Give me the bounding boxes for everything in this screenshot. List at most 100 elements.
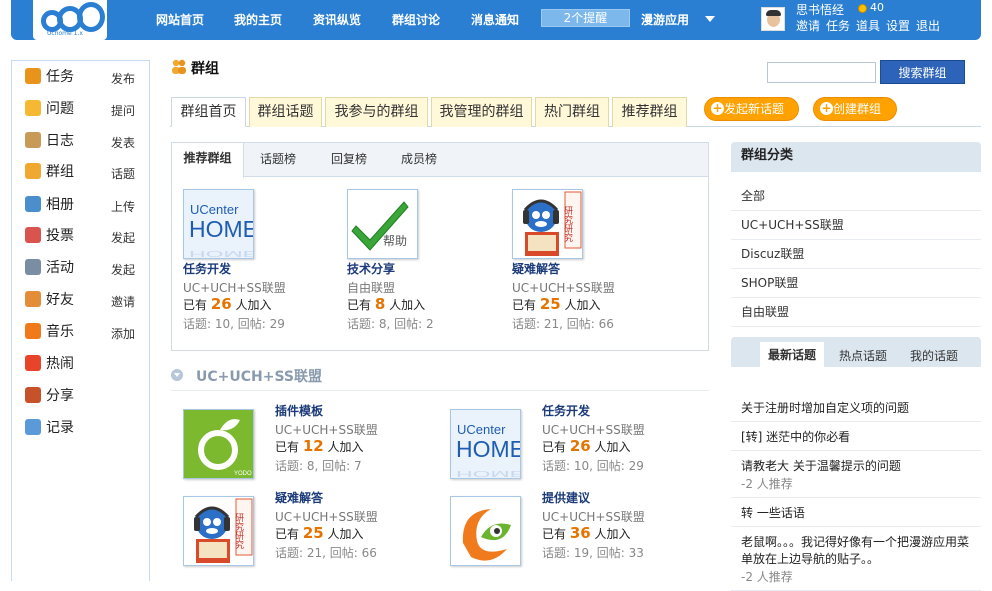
props-link[interactable]: 道具 <box>856 17 880 34</box>
tab-managed-groups[interactable]: 我管理的群组 <box>431 97 532 127</box>
nav-my-page[interactable]: 我的主页 <box>234 11 282 28</box>
ucenter-home-logo-icon[interactable]: UCenter HOME HOME <box>183 189 254 259</box>
sidebar-action-link[interactable]: 发起 <box>111 261 135 278</box>
category-item[interactable]: SHOP联盟 <box>731 269 981 298</box>
group-union: UC+UCH+SS联盟 <box>183 281 286 295</box>
group-union: UC+UCH+SS联盟 <box>275 510 378 524</box>
sidebar-item-10[interactable]: 分享 <box>12 384 151 412</box>
fire-icon <box>25 355 41 371</box>
group-name-link[interactable]: 插件模板 <box>275 402 323 419</box>
replies-count: 29 <box>269 317 285 331</box>
topic-link[interactable]: 请教老大 关于温馨提示的问题 <box>741 457 973 474</box>
topic-divider <box>731 450 981 451</box>
sidebar-action-link[interactable]: 邀请 <box>111 293 135 310</box>
tab-recommended[interactable]: 推荐群组 <box>172 143 244 178</box>
sidebar-item-9[interactable]: 热闹 <box>12 352 151 380</box>
search-groups-button[interactable]: 搜索群组 <box>880 60 965 84</box>
group-union: UC+UCH+SS联盟 <box>542 510 645 524</box>
tab-my-topics[interactable]: 我的话题 <box>910 347 958 364</box>
tab-latest-topics[interactable]: 最新话题 <box>760 342 824 367</box>
topic-recommend-count: -2 人推荐 <box>741 570 793 584</box>
sidebar-action-link[interactable]: 发布 <box>111 70 135 87</box>
section-title: UC+UCH+SS联盟 <box>196 369 322 385</box>
group-name-link[interactable]: 疑难解答 <box>512 260 560 277</box>
nav-news[interactable]: 资讯纵览 <box>313 11 361 28</box>
sidebar-item-3[interactable]: 群组 话题 <box>12 160 151 188</box>
logout-link[interactable]: 退出 <box>916 17 940 34</box>
svg-text:HOME: HOME <box>189 216 254 242</box>
tab-groups-home[interactable]: 群组首页 <box>171 97 246 127</box>
sidebar-item-0[interactable]: 任务 发布 <box>12 65 151 93</box>
svg-text:HOME: HOME <box>189 249 254 258</box>
nav-notifications[interactable]: 消息通知 <box>471 11 519 28</box>
sidebar-action-link[interactable]: 发起 <box>111 229 135 246</box>
top-navigation-bar: Uchome 1.x 网站首页 我的主页 资讯纵览 群组讨论 消息通知 2个提醒… <box>11 0 981 40</box>
sidebar-item-11[interactable]: 记录 <box>12 416 151 444</box>
ucenter-home-logo-icon[interactable]: UCenter HOME HOME <box>450 409 521 479</box>
tab-hot-topics[interactable]: 热点话题 <box>839 347 887 364</box>
sidebar-item-4[interactable]: 相册 上传 <box>12 193 151 221</box>
chevron-down-icon[interactable] <box>705 16 715 22</box>
members-suffix: 人加入 <box>389 298 426 312</box>
replies-label: 回帖: <box>596 459 625 473</box>
robot-reading-icon[interactable]: 研究研究 <box>183 496 254 566</box>
group-name-link[interactable]: 提供建议 <box>542 489 590 506</box>
topics-count: 10 <box>573 459 590 473</box>
nav-roam-apps[interactable]: 漫游应用 <box>641 11 689 28</box>
reminder-badge[interactable]: 2个提醒 <box>541 9 630 27</box>
group-name-link[interactable]: 技术分享 <box>347 260 395 277</box>
site-logo[interactable]: Uchome 1.x <box>33 0 107 40</box>
nav-groups[interactable]: 群组讨论 <box>392 11 440 28</box>
sidebar-item-6[interactable]: 活动 发起 <box>12 256 151 284</box>
task-link[interactable]: 任务 <box>826 17 850 34</box>
group-stats: 话题: 10, 回帖: 29 <box>542 459 644 473</box>
topic-link[interactable]: 转 一些话语 <box>741 504 973 521</box>
sidebar-action-link[interactable]: 提问 <box>111 102 135 119</box>
robot-reading-icon[interactable]: 研究研究 <box>512 189 583 259</box>
checkmark-help-icon[interactable]: 帮助 <box>347 189 418 259</box>
tab-joined-groups[interactable]: 我参与的群组 <box>325 97 428 127</box>
sidebar-action-link[interactable]: 发表 <box>111 134 135 151</box>
sidebar-item-5[interactable]: 投票 发起 <box>12 224 151 252</box>
category-item[interactable]: 自由联盟 <box>731 298 981 327</box>
group-search-input[interactable] <box>767 62 876 83</box>
new-topic-button[interactable]: + 发起新话题 <box>704 97 799 121</box>
sidebar-item-1[interactable]: 问题 提问 <box>12 97 151 125</box>
avatar[interactable] <box>761 7 785 31</box>
plus-icon: + <box>711 101 724 115</box>
category-item[interactable]: UC+UCH+SS联盟 <box>731 211 981 240</box>
group-name-link[interactable]: 任务开发 <box>183 260 231 277</box>
sidebar-item-7[interactable]: 好友 邀请 <box>12 288 151 316</box>
nav-home[interactable]: 网站首页 <box>156 11 204 28</box>
topic-link[interactable]: 关于注册时增加自定义项的问题 <box>741 399 973 416</box>
plus-icon: + <box>820 101 833 115</box>
yodo-apple-icon[interactable]: YODO <box>183 409 254 479</box>
group-name-link[interactable]: 疑难解答 <box>275 489 323 506</box>
group-stats: 话题: 10, 回帖: 29 <box>183 317 285 331</box>
tab-hot-groups[interactable]: 热门群组 <box>535 97 609 127</box>
tab-reply-ranking[interactable]: 回复榜 <box>331 150 367 167</box>
group-name-link[interactable]: 任务开发 <box>542 402 590 419</box>
invite-link[interactable]: 邀请 <box>796 17 820 34</box>
topic-link[interactable]: 老鼠啊。。。我记得好像有一个把漫游应用菜单放在上边导航的贴子。。 <box>741 533 973 567</box>
sidebar-item-8[interactable]: 音乐 添加 <box>12 320 151 348</box>
create-group-button[interactable]: + 创建群组 <box>813 97 897 121</box>
username-link[interactable]: 思书悟经 <box>796 1 844 18</box>
sidebar-action-link[interactable]: 上传 <box>111 198 135 215</box>
topic-link[interactable]: [转] 迷茫中的你必看 <box>741 428 973 445</box>
eye-swirl-icon[interactable] <box>450 496 521 566</box>
tab-topic-ranking[interactable]: 话题榜 <box>260 150 296 167</box>
sidebar-action-link[interactable]: 添加 <box>111 325 135 342</box>
category-item[interactable]: Discuz联盟 <box>731 240 981 269</box>
collapse-icon[interactable] <box>171 369 183 381</box>
category-item[interactable]: 全部 <box>731 182 981 211</box>
group-member-count: 已有 8 人加入 <box>347 295 425 313</box>
tab-group-topics[interactable]: 群组话题 <box>249 97 322 127</box>
settings-link[interactable]: 设置 <box>886 17 910 34</box>
sidebar-action-link[interactable]: 话题 <box>111 165 135 182</box>
tab-member-ranking[interactable]: 成员榜 <box>401 150 437 167</box>
sidebar-item-2[interactable]: 日志 发表 <box>12 129 151 157</box>
tab-recommended-groups[interactable]: 推荐群组 <box>612 97 687 127</box>
svg-text:HOME: HOME <box>456 436 521 462</box>
sidebar-item-label: 群组 <box>46 164 74 180</box>
